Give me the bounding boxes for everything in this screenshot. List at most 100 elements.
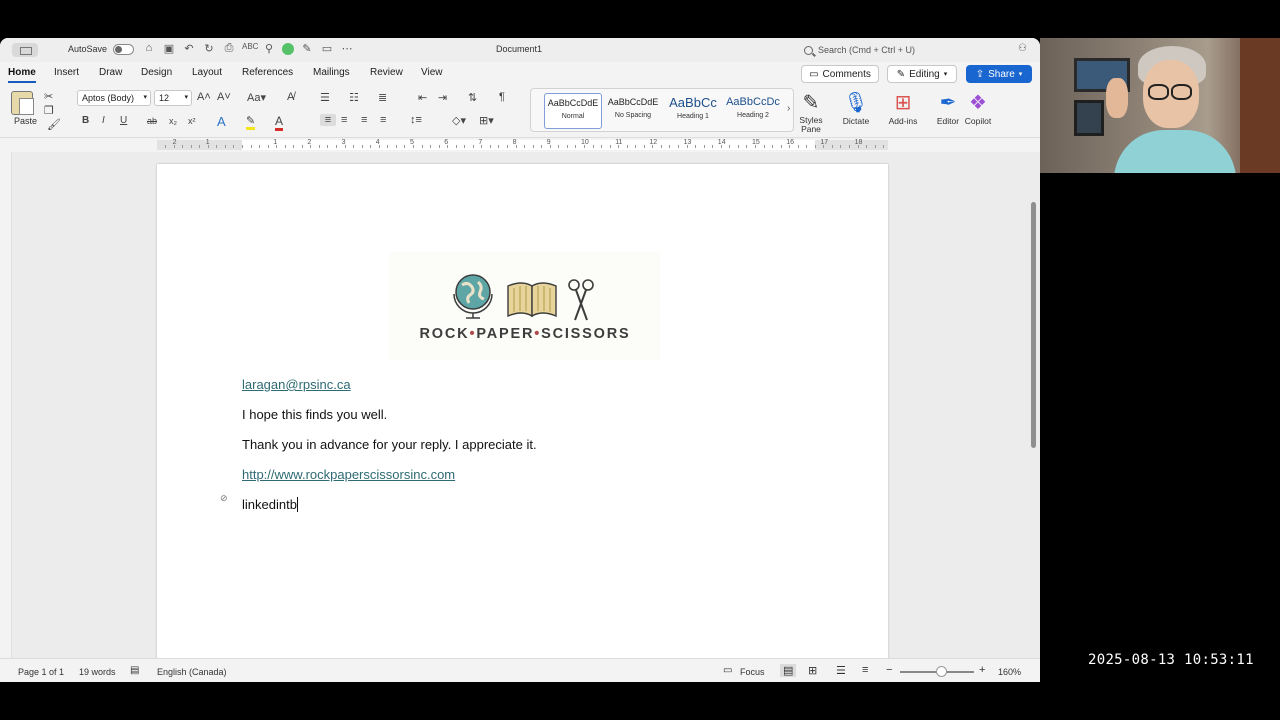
font-name-select[interactable]: Aptos (Body) ▾ [77, 90, 151, 106]
tab-layout[interactable]: Layout [192, 67, 222, 78]
layout-icon[interactable]: ▭ [320, 42, 334, 55]
subscript-button[interactable]: x₂ [169, 116, 177, 126]
tab-review[interactable]: Review [370, 67, 403, 78]
shading-icon[interactable]: ◇▾ [452, 114, 466, 127]
text-effects-icon[interactable]: A [217, 114, 226, 129]
style-heading-1[interactable]: AaBbCc Heading 1 [664, 93, 722, 129]
show-paragraph-marks-icon[interactable]: ¶ [499, 91, 505, 103]
editing-mode-button[interactable]: ✎ Editing ▾ [887, 65, 957, 83]
dictate-button[interactable]: 🎙 Dictate [836, 90, 876, 126]
decrease-indent-icon[interactable]: ⇤ [418, 91, 427, 104]
horizontal-ruler[interactable]: 2 1 1 2 3 4 5 6 7 8 9 10 11 12 13 14 15 16 17 18 [0, 138, 1040, 152]
draft-view-icon[interactable]: ≡ [862, 664, 868, 676]
body-line-greeting[interactable]: I hope this finds you well. [242, 407, 387, 422]
focus-button[interactable]: Focus [740, 667, 765, 677]
highlight-icon[interactable]: ✎ [246, 114, 256, 130]
tab-home[interactable]: Home [8, 67, 36, 83]
ruler-tick [592, 145, 594, 148]
multilevel-list-icon[interactable]: ≣ [378, 91, 387, 104]
save-icon[interactable]: ▣ [162, 42, 176, 55]
font-color-icon[interactable]: A [275, 114, 284, 131]
more-icon[interactable]: ⋯ [340, 42, 354, 55]
clear-formatting-icon[interactable]: A̸ [287, 91, 294, 103]
document-page[interactable]: ROCK•PAPER•SCISSORS laragan@rpsinc.ca I … [157, 164, 888, 664]
style-heading-2[interactable]: AaBbCcDc Heading 2 [724, 93, 782, 129]
tab-design[interactable]: Design [141, 67, 172, 78]
change-case-icon[interactable]: Aa▾ [247, 91, 266, 104]
undo-icon[interactable]: ↶ [182, 42, 196, 55]
find-icon[interactable]: ⚲ [262, 42, 276, 55]
increase-indent-icon[interactable]: ⇥ [438, 91, 447, 104]
zoom-slider-handle[interactable] [936, 666, 947, 677]
numbering-icon[interactable]: ☷ [349, 91, 359, 104]
copilot-button[interactable]: ❖ Copilot [958, 90, 998, 126]
style-normal[interactable]: AaBbCcDdE Normal [544, 93, 602, 129]
comments-button[interactable]: ▭ Comments [801, 65, 879, 83]
ruler-tick [498, 145, 500, 148]
align-center-icon[interactable]: ≡ [341, 114, 347, 126]
word-count[interactable]: 19 words [79, 667, 116, 677]
proofing-icon[interactable]: ▤ [130, 665, 139, 676]
bullets-icon[interactable]: ☰ [320, 91, 330, 104]
grow-font-icon[interactable]: A˄ [197, 91, 211, 103]
body-line-typing[interactable]: linkedintb [242, 497, 298, 512]
underline-button[interactable]: U [120, 115, 127, 126]
zoom-level[interactable]: 160% [998, 667, 1021, 677]
ruler-tick [583, 145, 585, 148]
scroll-thumb[interactable] [1031, 202, 1036, 448]
justify-icon[interactable]: ≡ [380, 114, 386, 126]
print-layout-icon[interactable]: ▤ [780, 664, 797, 677]
align-right-icon[interactable]: ≡ [361, 114, 367, 126]
bold-button[interactable]: B [82, 115, 89, 126]
focus-icon[interactable]: ▭ [723, 665, 732, 676]
share-button[interactable]: ⇪ Share ▾ [966, 65, 1032, 83]
ruler-tick [823, 145, 825, 148]
align-left-icon[interactable]: ≡ [320, 114, 336, 126]
italic-button[interactable]: I [102, 115, 105, 126]
style-no-spacing[interactable]: AaBbCcDdE No Spacing [604, 93, 662, 129]
redo-icon[interactable]: ↻ [202, 42, 216, 55]
borders-icon[interactable]: ⊞▾ [479, 114, 494, 127]
copy-icon[interactable]: ❐ [44, 104, 54, 117]
language-status[interactable]: English (Canada) [157, 667, 227, 677]
home-icon[interactable]: ⌂ [142, 42, 156, 55]
outline-view-icon[interactable]: ☰ [836, 664, 846, 677]
sidebar-toggle-icon[interactable] [12, 43, 38, 57]
zoom-in-icon[interactable]: + [979, 664, 985, 676]
tab-insert[interactable]: Insert [54, 67, 79, 78]
add-ins-button[interactable]: ⊞ Add-ins [883, 90, 923, 126]
format-painter-icon[interactable]: 🖌 [47, 118, 61, 131]
page-count[interactable]: Page 1 of 1 [18, 667, 64, 677]
strikethrough-button[interactable]: ab [147, 116, 157, 126]
tab-references[interactable]: References [242, 67, 293, 78]
cut-icon[interactable]: ✂ [44, 90, 53, 103]
tab-draw[interactable]: Draw [99, 67, 122, 78]
format-painter-icon[interactable]: ✎ [300, 42, 314, 55]
tab-view[interactable]: View [421, 67, 443, 78]
chevron-right-icon[interactable]: › [787, 103, 790, 114]
line-spacing-icon[interactable]: ↕≡ [410, 114, 422, 126]
superscript-button[interactable]: x² [188, 116, 196, 126]
print-icon[interactable]: ⎙ [222, 42, 236, 55]
autosave-toggle[interactable] [113, 44, 134, 55]
website-link[interactable]: http://www.rockpaperscissorsinc.com [242, 467, 455, 482]
account-icon[interactable]: ⚇ [1018, 43, 1030, 55]
body-line-thanks[interactable]: Thank you in advance for your reply. I a… [242, 437, 537, 452]
web-layout-icon[interactable]: ⊞ [808, 664, 817, 677]
email-link[interactable]: laragan@rpsinc.ca [242, 377, 351, 392]
styles-pane-button[interactable]: ✎ Styles Pane [791, 90, 831, 134]
status-circle-icon[interactable] [282, 43, 294, 55]
search-box[interactable]: Search (Cmd + Ctrl + U) [800, 42, 1020, 58]
vertical-ruler[interactable] [0, 152, 12, 658]
autocorrect-icon[interactable]: ⊘ [220, 493, 228, 504]
font-size-select[interactable]: 12 ▾ [154, 90, 192, 106]
spelling-icon[interactable]: ABC [242, 42, 258, 55]
paste-label[interactable]: Paste [14, 116, 37, 126]
style-name: Heading 2 [737, 112, 769, 119]
vertical-scrollbar[interactable] [1028, 160, 1038, 654]
zoom-out-icon[interactable]: − [886, 664, 892, 676]
shrink-font-icon[interactable]: A˅ [217, 91, 231, 103]
sort-icon[interactable]: ⇅ [468, 91, 477, 104]
tab-mailings[interactable]: Mailings [313, 67, 350, 78]
paste-icon[interactable] [11, 91, 34, 115]
